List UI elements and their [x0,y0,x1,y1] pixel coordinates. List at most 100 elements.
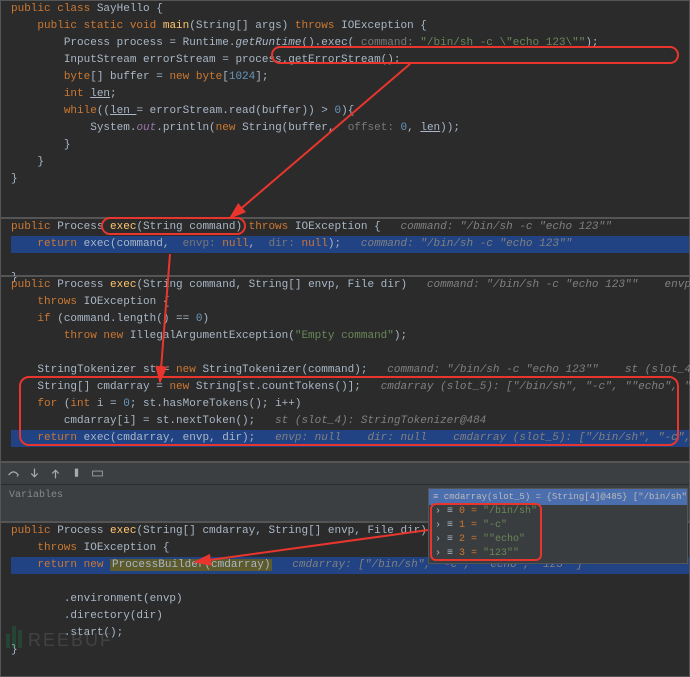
code-text: cmdarray[i] = st.nextToken(); [64,415,275,427]
comma: , [249,238,262,250]
kw-null: null [222,238,248,250]
kw-void: void [130,20,163,32]
kw-new-byte: new byte [169,71,222,83]
inline-debug: command: "/bin/sh -c "echo 123"" envp: n… [427,279,690,291]
code-panel-3: public Process exec(String command, Stri… [0,276,690,462]
kw-int: int [70,398,96,410]
kw-public: public [11,525,57,537]
code-text: StringTokenizer st = [37,364,176,376]
code-text: ); [585,37,598,49]
params: (String[] cmdarray, String[] envp, File … [136,525,446,537]
inline-debug: command: "/bin/sh -c "echo 123"" [361,238,572,250]
step-out-icon[interactable] [49,467,62,480]
array-index: 1 = [459,520,483,531]
code-panel-2: public Process exec(String command) thro… [0,218,690,276]
kw-public-static: public static [37,20,129,32]
var-len: len [90,88,110,100]
kw-return: return [37,432,83,444]
evaluate-icon[interactable] [91,467,104,480]
kw-new: new [216,122,242,134]
inline-debug: command: "/bin/sh -c "echo 123"" [401,221,612,233]
code-panel-1: public class SayHello { public static vo… [0,0,690,218]
code-text: exec(command, [84,238,176,250]
watermark-text: REEBUF [28,632,113,649]
array-entry[interactable]: › ≡ 2 = ""echo" [429,533,687,547]
watermark-logo: REEBUF [6,625,126,655]
run-to-cursor-icon[interactable] [70,467,83,480]
paren: (( [97,105,110,117]
exception: IOException { [295,221,401,233]
kw-public: public [11,3,57,15]
code-text: ().exec( [301,37,354,49]
params: (String[] args) [189,20,295,32]
space [272,559,292,571]
array-value: "/bin/sh" [483,506,537,517]
param-hint: envp: [176,238,222,250]
array-entry[interactable]: › ≡ 1 = "-c" [429,519,687,533]
kw-for: for [37,398,63,410]
class-name: SayHello { [97,3,163,15]
code-text: String[] cmdarray = [37,381,169,393]
kw-throws: throws [37,296,83,308]
inline-debug: command: "/bin/sh -c "echo 123"" st (slo… [387,364,690,376]
code-text: StringTokenizer(command); [202,364,387,376]
kw-if: if [37,313,57,325]
exception: IOException { [84,542,170,554]
kw-new: new [176,364,202,376]
code-text: System. [90,122,136,134]
var: len [110,105,136,117]
code-block[interactable]: public Process exec(String command, Stri… [1,277,689,447]
code-text: String(buffer, [242,122,341,134]
code-text: ; st.hasMoreTokens(); i++) [130,398,302,410]
array-entry[interactable]: › ≡ 3 = "123"" [429,547,687,561]
code-text: )); [440,122,460,134]
params: (String command, String[] envp, File dir… [136,279,426,291]
params: (String command) [136,221,248,233]
code-text: .println( [156,122,215,134]
step-over-icon[interactable] [7,467,20,480]
type: Process [57,221,110,233]
kw-class: class [57,3,97,15]
brace: } [11,173,18,185]
type: Process [57,279,110,291]
number: 0 [123,398,130,410]
highlighted-constructor: ProcessBuilder(cmdarray) [110,559,272,571]
kw-throw-new: throw new [64,330,130,342]
kw-byte: byte [64,71,90,83]
code-text: String[st.countTokens()]; [196,381,381,393]
brace: } [37,156,44,168]
kw-throws: throws [37,542,83,554]
kw-throws: throws [295,20,341,32]
method-main: main [163,20,189,32]
method-exec: exec [110,525,136,537]
inline-debug: envp: null dir: null cmdarray (slot_5): … [275,432,690,444]
param-hint: offset: [341,122,400,134]
var: len [420,122,440,134]
debugger-toolbar [1,463,689,485]
code-text: Process process = Runtime. [64,37,236,49]
code-line: .environment(envp) [64,593,183,605]
array-value: "123"" [483,548,519,559]
method-exec: exec [110,279,136,291]
code-text: ); [328,238,361,250]
kw-null: null [301,238,327,250]
code-text: ); [394,330,407,342]
param-hint: dir: [262,238,302,250]
code-block[interactable]: public class SayHello { public static vo… [1,1,689,188]
exception: IOException { [341,20,427,32]
kw-return-new: return new [37,559,110,571]
code-text: exec(cmdarray, envp, dir); [84,432,275,444]
debugger-value-popup[interactable]: ≡ cmdarray(slot_5) = {String[4]@485} ["/… [428,488,688,564]
method-getruntime: getRuntime [235,37,301,49]
kw-new: new [169,381,195,393]
array-entry[interactable]: › ≡ 0 = "/bin/sh" [429,505,687,519]
param-hint: command: [354,37,420,49]
step-into-icon[interactable] [28,467,41,480]
bracket: [ [222,71,229,83]
code-line: .directory(dir) [64,610,163,622]
type: Process [57,525,110,537]
code-text: = errorStream.read(buffer)) > [136,105,334,117]
kw-public: public [11,279,57,291]
array-value: "-c" [483,520,507,531]
brace: ){ [341,105,354,117]
